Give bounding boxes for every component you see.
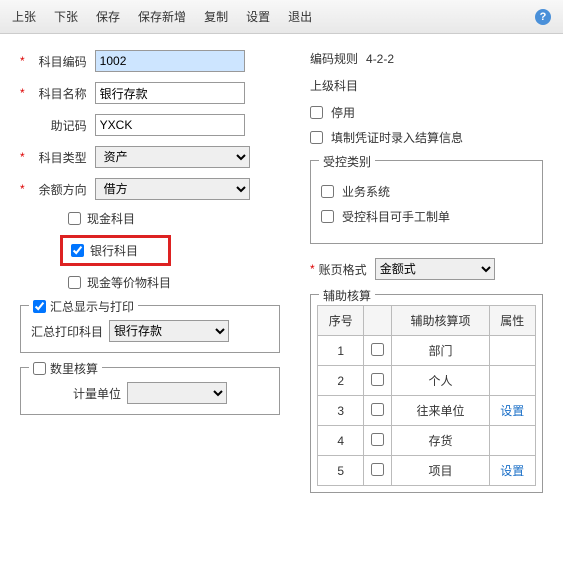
summary-toggle[interactable] (33, 300, 46, 313)
aux-group-label: 辅助核算 (323, 287, 371, 304)
manual-label: 受控科目可手工制单 (342, 208, 450, 225)
code-input[interactable] (95, 50, 245, 72)
th-no: 序号 (318, 306, 364, 336)
toolbar: 上张 下张 保存 保存新增 复制 设置 退出 ? (0, 0, 563, 34)
row-checkbox[interactable] (371, 463, 384, 476)
row-checkbox[interactable] (371, 373, 384, 386)
th-attr: 属性 (489, 306, 535, 336)
quantity-toggle[interactable] (33, 362, 46, 375)
cell-no: 4 (318, 426, 364, 456)
tb-save[interactable]: 保存 (96, 8, 120, 25)
name-label: 科目名称 (29, 85, 87, 102)
cell-item: 项目 (392, 456, 489, 486)
row-checkbox[interactable] (371, 403, 384, 416)
row-checkbox[interactable] (371, 343, 384, 356)
dir-label: 余额方向 (29, 181, 87, 198)
table-row: 3 往来单位设置 (318, 396, 536, 426)
bank-checkbox[interactable] (71, 244, 84, 257)
quantity-group-label: 数里核算 (50, 360, 98, 377)
tb-next[interactable]: 下张 (54, 8, 78, 25)
unit-select[interactable] (127, 382, 227, 404)
cell-no: 1 (318, 336, 364, 366)
tb-save-new[interactable]: 保存新增 (138, 8, 186, 25)
sum-print-select[interactable]: 银行存款 (109, 320, 229, 342)
group-controlled: 受控类别 业务系统 受控科目可手工制单 (310, 160, 543, 244)
disable-label: 停用 (331, 104, 355, 121)
cash-checkbox[interactable] (68, 212, 81, 225)
parent-label: 上级科目 (310, 77, 358, 94)
fmt-select[interactable]: 金额式 (375, 258, 495, 280)
biz-label: 业务系统 (342, 183, 390, 200)
type-label: 科目类型 (29, 149, 87, 166)
settle-checkbox[interactable] (310, 131, 323, 144)
cell-item: 部门 (392, 336, 489, 366)
aux-table: 序号 辅助核算项 属性 1部门2个人3往来单位设置4存货5项目设置 (317, 305, 536, 486)
table-row: 1 部门 (318, 336, 536, 366)
group-aux: 辅助核算 序号 辅助核算项 属性 1部门2个人3往来单位设置4存货5项目设置 (310, 294, 543, 493)
cell-item: 往来单位 (392, 396, 489, 426)
row-checkbox[interactable] (371, 433, 384, 446)
group-quantity: 数里核算 计量单位 (20, 367, 280, 415)
type-select[interactable]: 资产 (95, 146, 250, 168)
attr-link[interactable]: 设置 (500, 464, 524, 478)
disable-checkbox[interactable] (310, 106, 323, 119)
mnemonic-input[interactable] (95, 114, 245, 136)
tb-exit[interactable]: 退出 (288, 8, 312, 25)
summary-group-label: 汇总显示与打印 (50, 298, 134, 315)
casheq-checkbox[interactable] (68, 276, 81, 289)
manual-checkbox[interactable] (321, 210, 334, 223)
attr-link[interactable]: 设置 (500, 404, 524, 418)
cell-no: 3 (318, 396, 364, 426)
rule-label: 编码规则 (310, 50, 358, 67)
tb-settings[interactable]: 设置 (246, 8, 270, 25)
tb-prev[interactable]: 上张 (12, 8, 36, 25)
required-mark: * (20, 54, 25, 68)
group-summary: 汇总显示与打印 汇总打印科目 银行存款 (20, 305, 280, 353)
sum-print-label: 汇总打印科目 (31, 323, 103, 340)
help-icon[interactable]: ? (535, 9, 551, 25)
cash-label: 现金科目 (87, 210, 135, 227)
table-row: 5 项目设置 (318, 456, 536, 486)
th-item: 辅助核算项 (392, 306, 489, 336)
cell-item: 个人 (392, 366, 489, 396)
cell-item: 存货 (392, 426, 489, 456)
table-row: 4 存货 (318, 426, 536, 456)
code-label: 科目编码 (29, 53, 87, 70)
fmt-label: 账页格式 (319, 261, 367, 278)
settle-label: 填制凭证时录入结算信息 (331, 129, 463, 146)
cell-no: 5 (318, 456, 364, 486)
th-chk (364, 306, 392, 336)
controlled-group-label: 受控类别 (323, 153, 371, 170)
bank-highlight-box: 银行科目 (60, 235, 171, 266)
cell-no: 2 (318, 366, 364, 396)
rule-value: 4-2-2 (366, 52, 394, 66)
name-input[interactable] (95, 82, 245, 104)
bank-label: 银行科目 (90, 242, 138, 259)
tb-copy[interactable]: 复制 (204, 8, 228, 25)
mnemonic-label: 助记码 (29, 117, 87, 134)
biz-checkbox[interactable] (321, 185, 334, 198)
dir-select[interactable]: 借方 (95, 178, 250, 200)
table-row: 2 个人 (318, 366, 536, 396)
casheq-label: 现金等价物科目 (87, 274, 171, 291)
unit-label: 计量单位 (73, 385, 121, 402)
